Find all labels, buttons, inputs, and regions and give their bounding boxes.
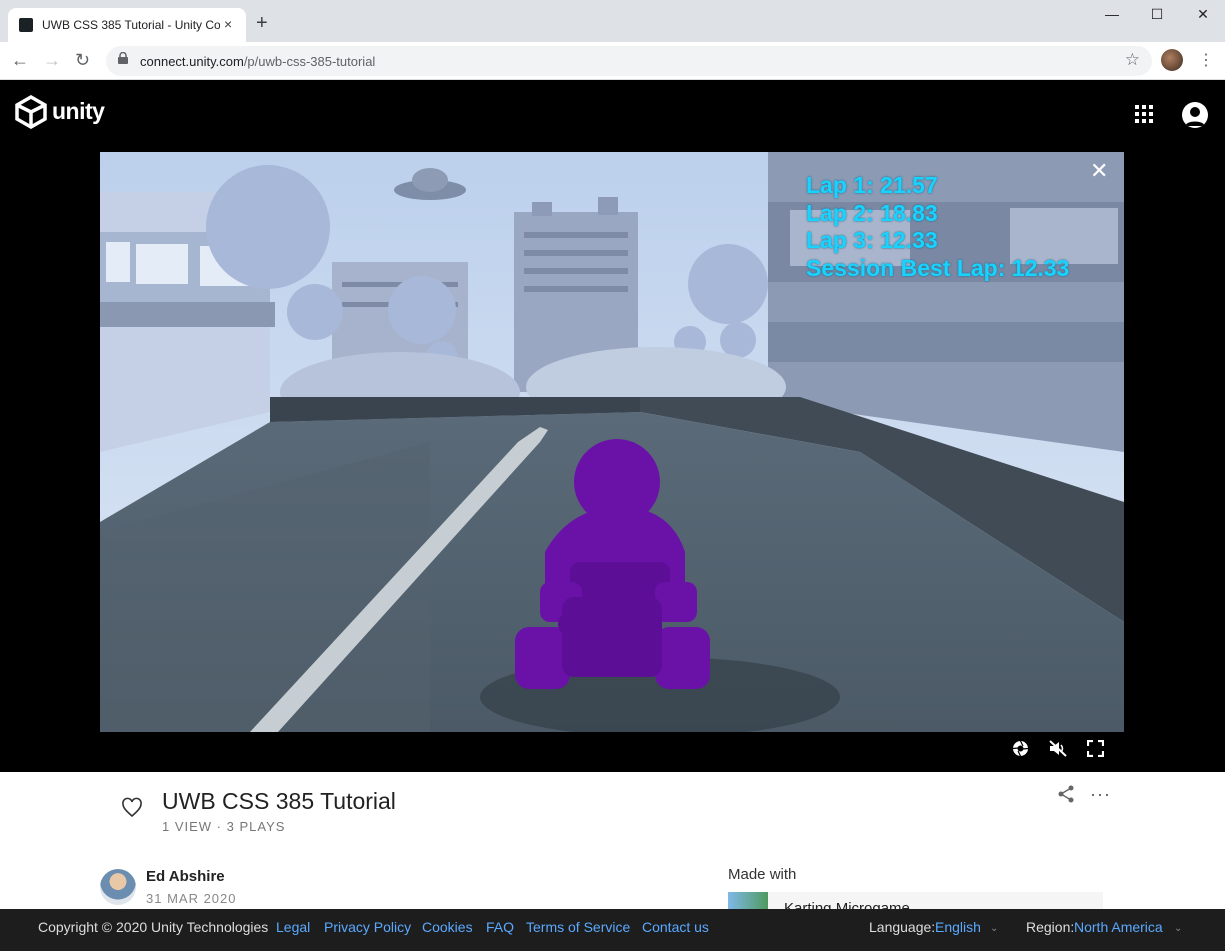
like-heart-icon[interactable] xyxy=(121,797,143,819)
hud-lap-1: Lap 1: 21.57 xyxy=(806,172,938,198)
language-select[interactable]: English xyxy=(935,919,981,935)
footer-link-privacy[interactable]: Privacy Policy xyxy=(324,919,411,935)
screenshot-shutter-icon[interactable] xyxy=(1012,740,1029,757)
fullscreen-icon[interactable] xyxy=(1087,740,1104,757)
back-arrow-icon[interactable]: ← xyxy=(11,50,29,71)
url-host: connect.unity.com xyxy=(140,54,244,69)
apps-grid-icon[interactable] xyxy=(1135,105,1153,123)
url-text: connect.unity.com/p/uwb-css-385-tutorial xyxy=(140,54,375,69)
minimize-button[interactable]: — xyxy=(1097,6,1127,26)
hud-lap-3: Lap 3: 12.33 xyxy=(806,227,938,253)
project-date: 31 MAR 2020 xyxy=(146,891,237,906)
reload-icon[interactable]: ↻ xyxy=(75,50,90,71)
footer-link-terms[interactable]: Terms of Service xyxy=(526,919,630,935)
hud-lap-2: Lap 2: 18.83 xyxy=(806,199,938,226)
browser-toolbar: ← → ↻ connect.unity.com/p/uwb-css-385-tu… xyxy=(0,42,1225,80)
project-stats: 1 VIEW · 3 PLAYS xyxy=(162,819,286,834)
tab-title: UWB CSS 385 Tutorial - Unity Co xyxy=(42,18,220,32)
url-path: /p/uwb-css-385-tutorial xyxy=(243,54,376,69)
footer-link-legal[interactable]: Legal xyxy=(276,919,310,935)
maximize-button[interactable]: ☐ xyxy=(1142,6,1172,26)
browser-tab-strip: UWB CSS 385 Tutorial - Unity Co × + — ☐ … xyxy=(0,0,1225,42)
bookmark-star-icon[interactable]: ☆ xyxy=(1125,50,1140,70)
site-footer: Copyright © 2020 Unity Technologies Lega… xyxy=(0,909,1225,951)
region-chevron-down-icon[interactable]: ⌄ xyxy=(1174,923,1182,934)
project-title: UWB CSS 385 Tutorial xyxy=(162,788,396,814)
browser-tab[interactable]: UWB CSS 385 Tutorial - Unity Co × xyxy=(8,8,246,42)
region-label: Region: xyxy=(1026,919,1075,935)
close-game-icon[interactable]: ✕ xyxy=(1090,158,1108,184)
mute-icon[interactable] xyxy=(1049,740,1067,757)
forward-arrow-icon[interactable]: → xyxy=(43,50,61,71)
new-tab-button[interactable]: + xyxy=(256,13,268,33)
browser-menu-icon[interactable]: ⋮ xyxy=(1198,50,1214,70)
profile-avatar[interactable] xyxy=(1161,49,1183,71)
more-options-icon[interactable]: ··· xyxy=(1090,784,1111,805)
tab-close-icon[interactable]: × xyxy=(224,16,232,32)
language-label: Language: xyxy=(869,919,936,935)
hud-session-best: Session Best Lap: 12.33 xyxy=(806,254,1070,281)
footer-link-contact[interactable]: Contact us xyxy=(642,919,709,935)
author-avatar[interactable] xyxy=(100,869,136,905)
address-bar[interactable]: connect.unity.com/p/uwb-css-385-tutorial… xyxy=(106,46,1152,76)
author-name[interactable]: Ed Abshire xyxy=(146,868,225,885)
region-select[interactable]: North America xyxy=(1074,919,1163,935)
footer-link-cookies[interactable]: Cookies xyxy=(422,919,473,935)
language-chevron-down-icon[interactable]: ⌄ xyxy=(990,923,998,934)
unity-logo[interactable]: unity xyxy=(14,94,114,130)
close-window-button[interactable]: ✕ xyxy=(1188,6,1218,26)
made-with-label: Made with xyxy=(728,866,797,883)
game-viewport[interactable]: Lap 1: 21.57 Lap 2: 18.83 Lap 3: 12.33 S… xyxy=(100,152,1124,732)
lock-icon xyxy=(118,52,128,64)
unity-stage: unity Lap 1: 21.57 Lap 2: 18.83 Lap 3: 1… xyxy=(0,80,1225,772)
unity-favicon-icon xyxy=(19,18,33,32)
share-icon[interactable] xyxy=(1057,785,1075,803)
lap-times-hud: Lap 1: 21.57 Lap 2: 18.83 Lap 3: 12.33 S… xyxy=(806,172,1069,282)
unity-cube-icon xyxy=(15,94,47,130)
unity-wordmark: unity xyxy=(52,98,105,124)
footer-link-faq[interactable]: FAQ xyxy=(486,919,514,935)
copyright-text: Copyright © 2020 Unity Technologies xyxy=(38,919,269,935)
account-icon[interactable] xyxy=(1182,102,1208,128)
